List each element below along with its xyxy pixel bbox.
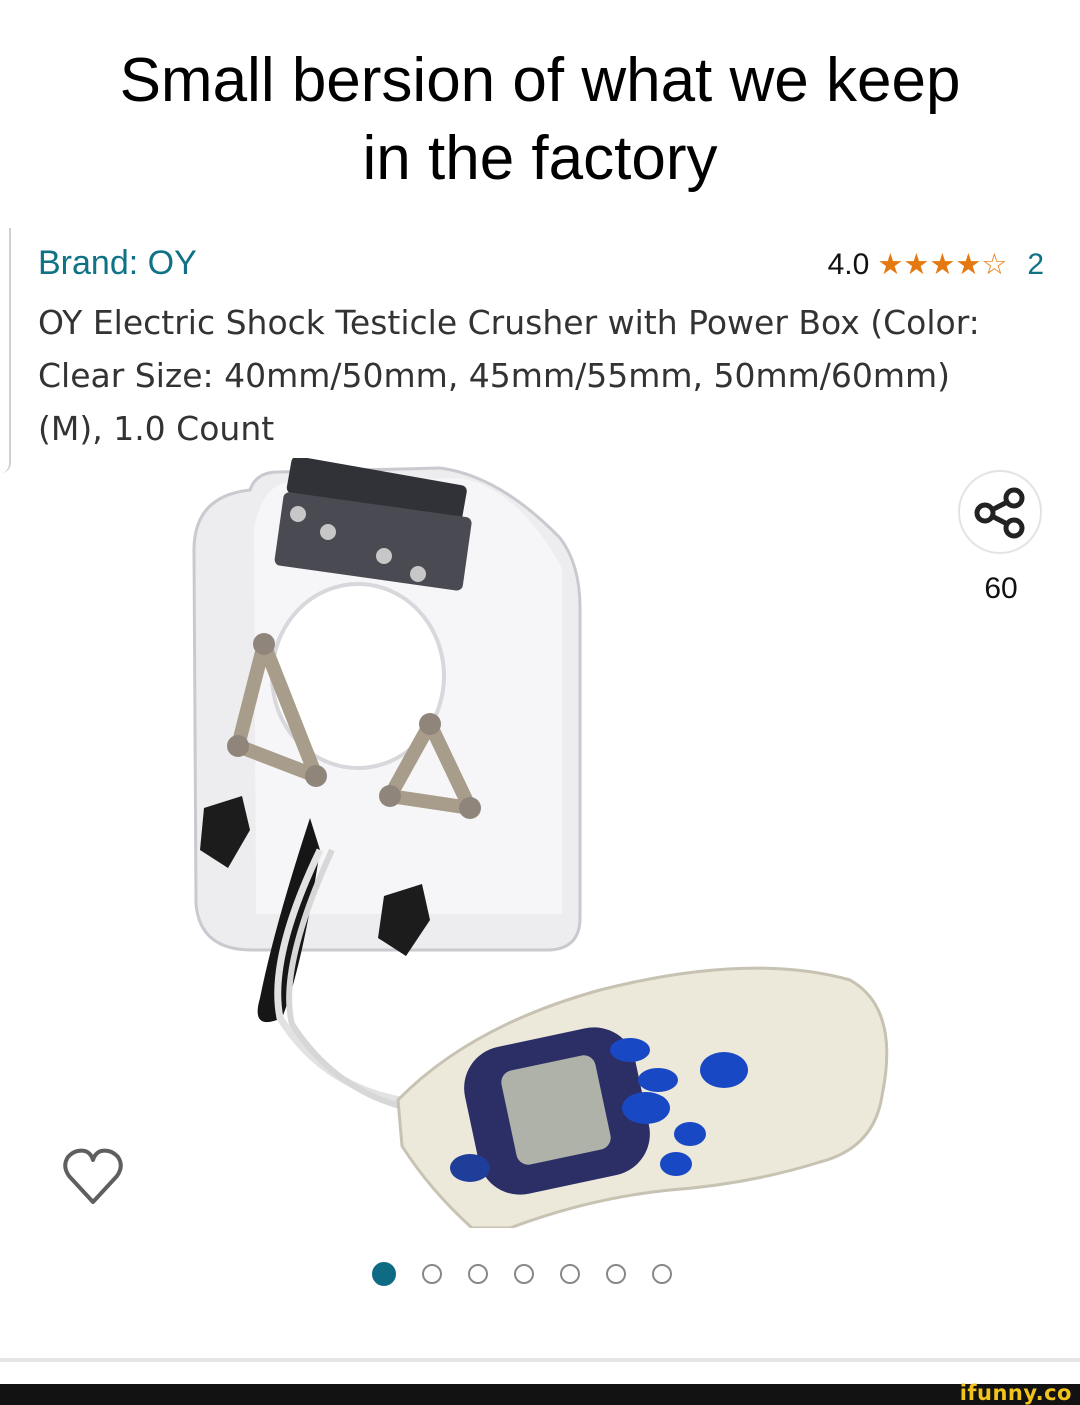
heart-icon[interactable] bbox=[60, 1146, 126, 1208]
image-page-dot[interactable] bbox=[652, 1264, 672, 1284]
watermark-bar: ifunny.co bbox=[0, 1381, 1080, 1405]
image-page-dot[interactable] bbox=[372, 1262, 396, 1286]
image-page-dot[interactable] bbox=[468, 1264, 488, 1284]
product-title: OY Electric Shock Testicle Crusher with … bbox=[38, 296, 1038, 455]
content-divider bbox=[0, 1358, 1080, 1362]
image-page-dot[interactable] bbox=[514, 1264, 534, 1284]
star-filled-icon: ★ bbox=[903, 249, 930, 281]
product-detail-card: Brand: OY 4.0 ★ ★ ★ ★ ☆ 2 OY Electric Shock … bbox=[0, 228, 1080, 1358]
star-rating: ★ ★ ★ ★ ☆ bbox=[877, 250, 1007, 280]
product-title-line-3: (M), 1.0 Count bbox=[38, 409, 275, 448]
image-pagination bbox=[372, 1262, 672, 1286]
star-filled-icon: ★ bbox=[955, 249, 982, 281]
product-title-line-2: Clear Size: 40mm/50mm, 45mm/55mm, 50mm/6… bbox=[38, 356, 951, 395]
product-rating[interactable]: 4.0 ★ ★ ★ ★ ☆ 2 bbox=[828, 248, 1044, 282]
product-image[interactable] bbox=[170, 458, 910, 1228]
share-icon bbox=[974, 487, 1025, 539]
panel-edge bbox=[0, 228, 11, 473]
rating-value: 4.0 bbox=[827, 248, 870, 281]
star-filled-icon: ★ bbox=[929, 249, 956, 281]
caption-line-2: in the factory bbox=[362, 124, 718, 193]
share-count: 60 bbox=[984, 572, 1018, 605]
product-title-line-1: OY Electric Shock Testicle Crusher with … bbox=[38, 303, 980, 342]
image-page-dot[interactable] bbox=[560, 1264, 580, 1284]
caption-line-1: Small bersion of what we keep bbox=[119, 46, 961, 115]
brand-link[interactable]: Brand: OY bbox=[38, 244, 197, 283]
rating-count[interactable]: 2 bbox=[1027, 248, 1044, 282]
ifunny-watermark: ifunny.co bbox=[959, 1381, 1072, 1405]
star-filled-icon: ★ bbox=[877, 249, 904, 281]
image-page-dot[interactable] bbox=[606, 1264, 626, 1284]
meme-caption: Small bersion of what we keep in the fac… bbox=[0, 42, 1080, 198]
star-empty-icon: ☆ bbox=[981, 249, 1008, 281]
share-button[interactable] bbox=[958, 470, 1042, 554]
image-page-dot[interactable] bbox=[422, 1264, 442, 1284]
